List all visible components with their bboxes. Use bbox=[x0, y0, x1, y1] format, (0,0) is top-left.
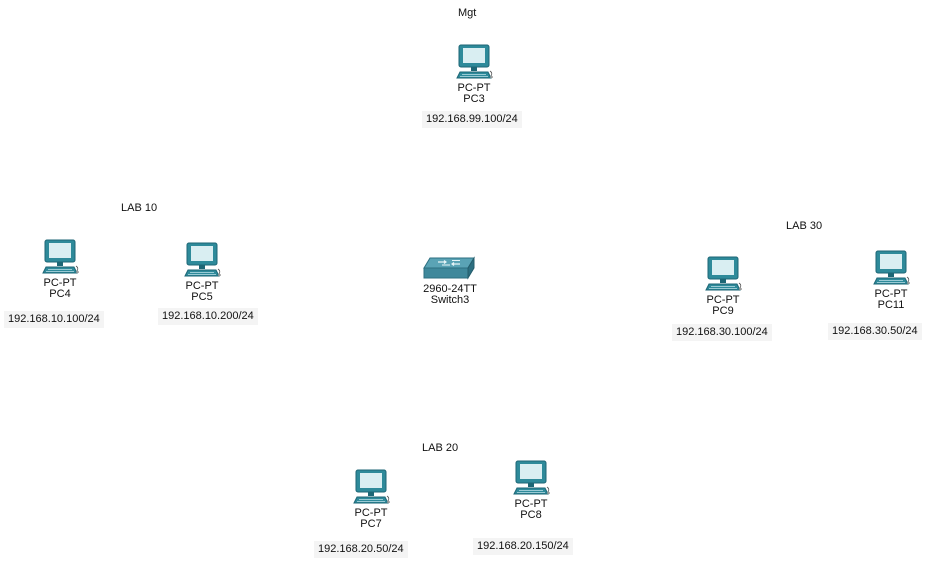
pc-icon bbox=[456, 44, 493, 79]
pc-icon bbox=[513, 460, 550, 495]
zone-label-lab20: LAB 20 bbox=[422, 442, 459, 454]
topology-canvas: Mgt LAB 10 LAB 30 LAB 20 PC-PT PC3 192.1… bbox=[0, 0, 937, 573]
device-pc4[interactable]: PC-PT PC4 bbox=[5, 238, 115, 300]
device-name: PC11 bbox=[877, 299, 905, 311]
ip-label-pc3: 192.168.99.100/24 bbox=[422, 111, 522, 128]
device-pc9[interactable]: PC-PT PC9 bbox=[668, 255, 778, 317]
pc-icon bbox=[184, 242, 221, 277]
device-switch3[interactable]: 2960-24TT Switch3 bbox=[395, 256, 505, 306]
device-name: PC3 bbox=[463, 93, 485, 105]
device-pc7[interactable]: PC-PT PC7 bbox=[316, 468, 426, 530]
device-pc3[interactable]: PC-PT PC3 bbox=[419, 43, 529, 105]
ip-label-pc7: 192.168.20.50/24 bbox=[314, 541, 408, 558]
device-name: PC9 bbox=[712, 305, 734, 317]
device-name: PC5 bbox=[191, 291, 213, 303]
switch-icon bbox=[423, 256, 475, 280]
pc-icon bbox=[873, 250, 910, 285]
ip-label-pc11: 192.168.30.50/24 bbox=[828, 323, 922, 340]
ip-label-pc4: 192.168.10.100/24 bbox=[4, 311, 104, 328]
pc-icon bbox=[705, 256, 742, 291]
ip-label-pc8: 192.168.20.150/24 bbox=[473, 538, 573, 555]
device-name: PC7 bbox=[360, 518, 382, 530]
device-name: Switch3 bbox=[430, 294, 470, 306]
device-pc8[interactable]: PC-PT PC8 bbox=[476, 459, 586, 521]
pc-icon bbox=[353, 469, 390, 504]
pc-icon bbox=[42, 239, 79, 274]
ip-label-pc9: 192.168.30.100/24 bbox=[672, 324, 772, 341]
zone-label-lab30: LAB 30 bbox=[786, 220, 823, 232]
device-pc11[interactable]: PC-PT PC11 bbox=[836, 249, 937, 311]
device-name: PC4 bbox=[49, 288, 71, 300]
zone-label-lab10: LAB 10 bbox=[121, 202, 158, 214]
device-name: PC8 bbox=[520, 509, 542, 521]
zone-label-mgt: Mgt bbox=[458, 7, 477, 19]
ip-label-pc5: 192.168.10.200/24 bbox=[158, 308, 258, 325]
device-pc5[interactable]: PC-PT PC5 bbox=[147, 241, 257, 303]
